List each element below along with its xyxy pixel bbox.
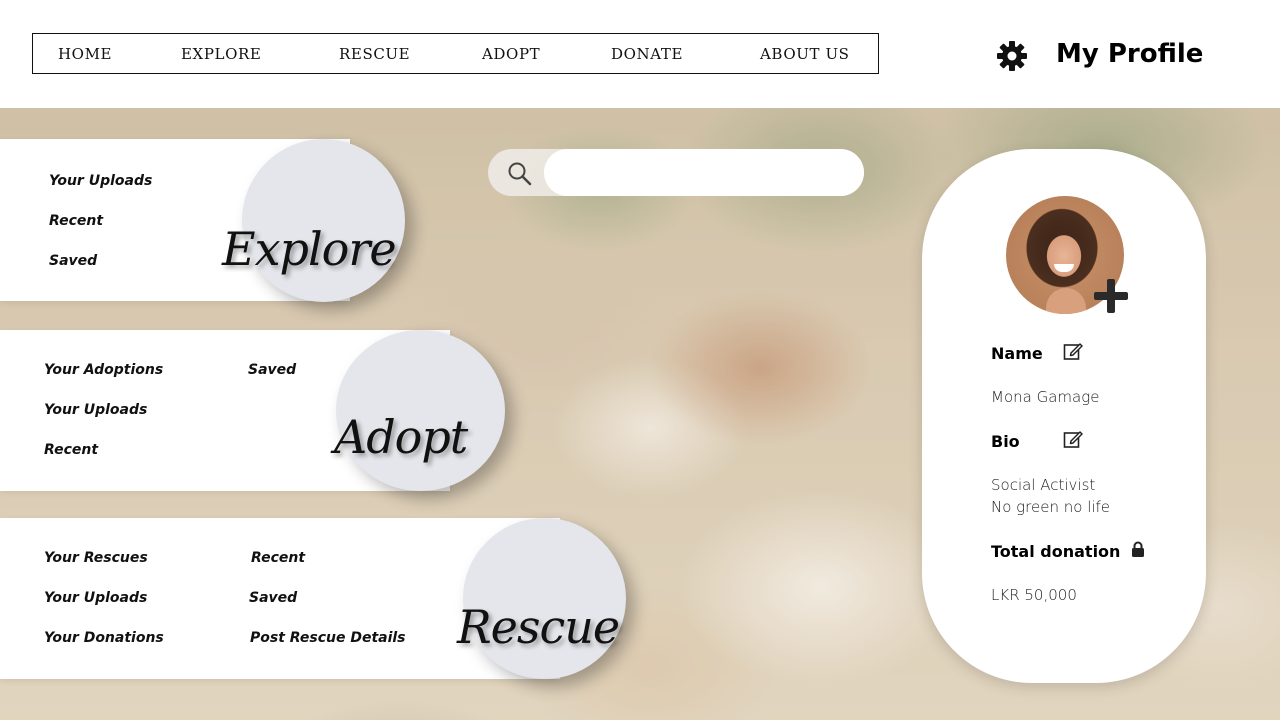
explore-recent-link[interactable]: Recent: [49, 213, 103, 229]
search-icon[interactable]: [506, 160, 532, 186]
name-label: Name: [991, 344, 1043, 363]
explore-circle[interactable]: [242, 139, 405, 302]
nav-about-us[interactable]: ABOUT US: [760, 45, 850, 63]
explore-title: Explore: [222, 222, 397, 276]
nav-explore[interactable]: EXPLORE: [181, 45, 261, 63]
nav-adopt[interactable]: ADOPT: [482, 45, 540, 63]
search-bar: [488, 149, 864, 196]
gear-icon[interactable]: [996, 40, 1028, 72]
adopt-recent-link[interactable]: Recent: [44, 442, 98, 458]
search-input[interactable]: [544, 149, 864, 196]
total-donation-label: Total donation: [991, 542, 1121, 561]
rescue-recent-link[interactable]: Recent: [251, 550, 305, 566]
explore-saved-link[interactable]: Saved: [49, 253, 97, 269]
total-donation-value: LKR 50,000: [991, 586, 1077, 604]
rescue-post-rescue-details-link[interactable]: Post Rescue Details: [250, 630, 406, 646]
main-nav: HOME EXPLORE RESCUE ADOPT DONATE ABOUT U…: [32, 33, 879, 74]
nav-home[interactable]: HOME: [58, 45, 112, 63]
adopt-title: Adopt: [334, 410, 468, 464]
profile-card: Name Mona Gamage Bio Social Activist No …: [922, 149, 1206, 683]
rescue-title: Rescue: [457, 600, 620, 654]
adopt-your-uploads-link[interactable]: Your Uploads: [44, 402, 147, 418]
lock-icon: [1132, 541, 1144, 557]
bio-label: Bio: [991, 432, 1020, 451]
rescue-circle[interactable]: [463, 518, 626, 679]
profile-title: My Profile: [1056, 39, 1204, 69]
rescue-your-uploads-link[interactable]: Your Uploads: [44, 590, 147, 606]
profile-header: My Profile: [996, 36, 1203, 76]
explore-your-uploads-link[interactable]: Your Uploads: [49, 173, 152, 189]
rescue-your-rescues-link[interactable]: Your Rescues: [44, 550, 148, 566]
edit-bio-icon[interactable]: [1063, 429, 1083, 449]
rescue-saved-link[interactable]: Saved: [249, 590, 297, 606]
avatar-smile: [1054, 264, 1074, 272]
avatar-neck: [1046, 288, 1086, 314]
nav-rescue[interactable]: RESCUE: [339, 45, 410, 63]
plus-icon[interactable]: [1092, 277, 1130, 315]
adopt-your-adoptions-link[interactable]: Your Adoptions: [44, 362, 163, 378]
bio-line-2: No green no life: [991, 498, 1111, 516]
bio-line-1: Social Activist: [991, 476, 1096, 494]
top-bar: HOME EXPLORE RESCUE ADOPT DONATE ABOUT U…: [0, 0, 1280, 108]
rescue-your-donations-link[interactable]: Your Donations: [44, 630, 164, 646]
edit-name-icon[interactable]: [1063, 341, 1083, 361]
adopt-saved-link[interactable]: Saved: [248, 362, 296, 378]
name-value: Mona Gamage: [991, 388, 1100, 406]
nav-donate[interactable]: DONATE: [611, 45, 683, 63]
